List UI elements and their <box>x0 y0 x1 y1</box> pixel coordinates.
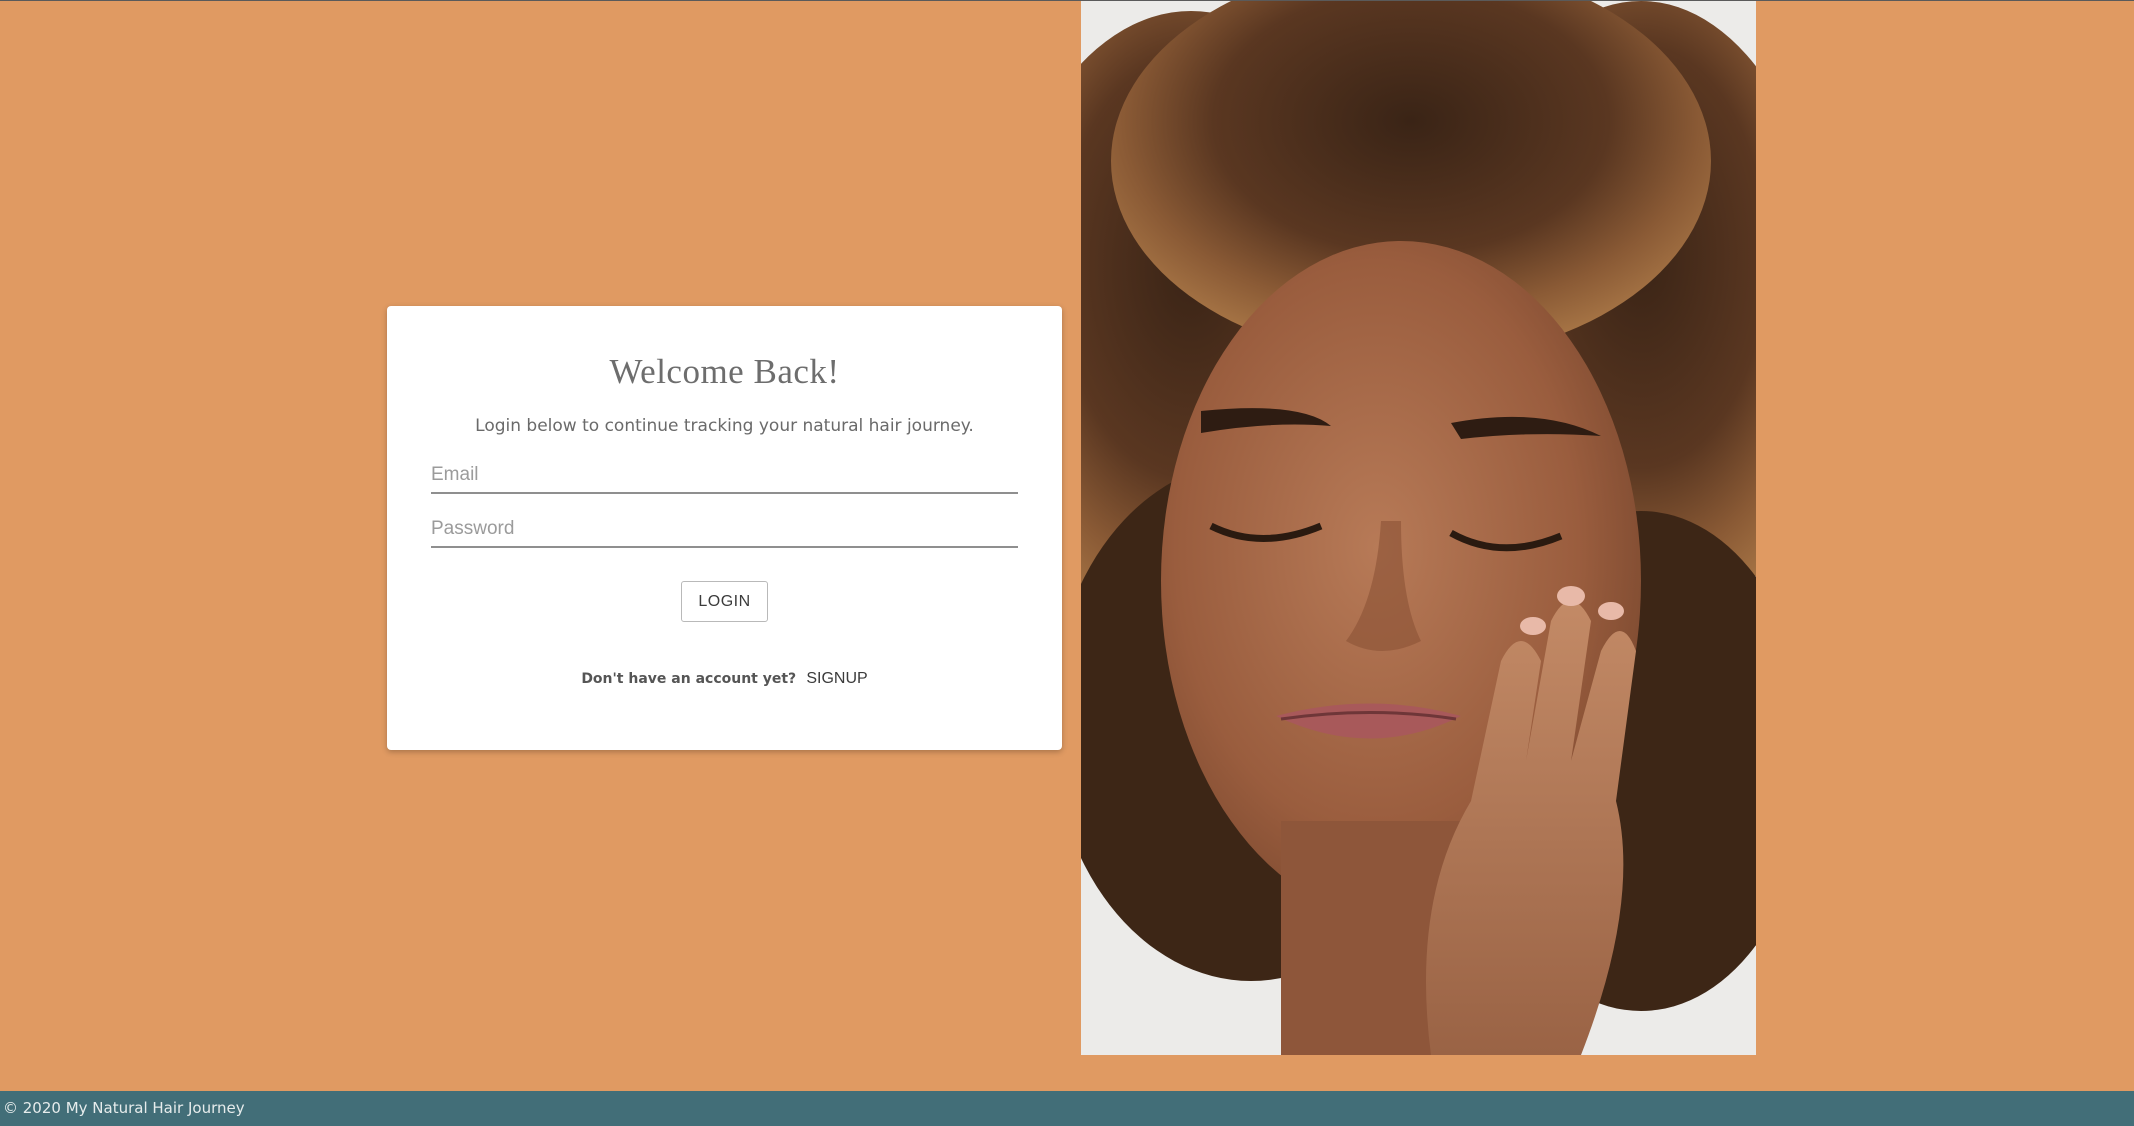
signup-prompt: Don't have an account yet? <box>581 671 797 687</box>
password-field[interactable] <box>431 512 1018 548</box>
hero-photo <box>1081 1 1756 1055</box>
email-field[interactable] <box>431 458 1018 494</box>
login-button[interactable]: LOGIN <box>681 581 768 622</box>
footer-copyright: © 2020 My Natural Hair Journey <box>3 1099 245 1117</box>
signup-link[interactable]: SIGNUP <box>806 670 867 687</box>
login-card: Welcome Back! Login below to continue tr… <box>387 306 1062 750</box>
login-subtitle: Login below to continue tracking your na… <box>475 416 974 436</box>
login-title: Welcome Back! <box>609 352 840 391</box>
footer: © 2020 My Natural Hair Journey <box>0 1091 2134 1126</box>
signup-row: Don't have an account yet? SIGNUP <box>387 670 1062 688</box>
hero-photo-illustration <box>1081 1 1756 1055</box>
top-border <box>0 0 2134 1</box>
